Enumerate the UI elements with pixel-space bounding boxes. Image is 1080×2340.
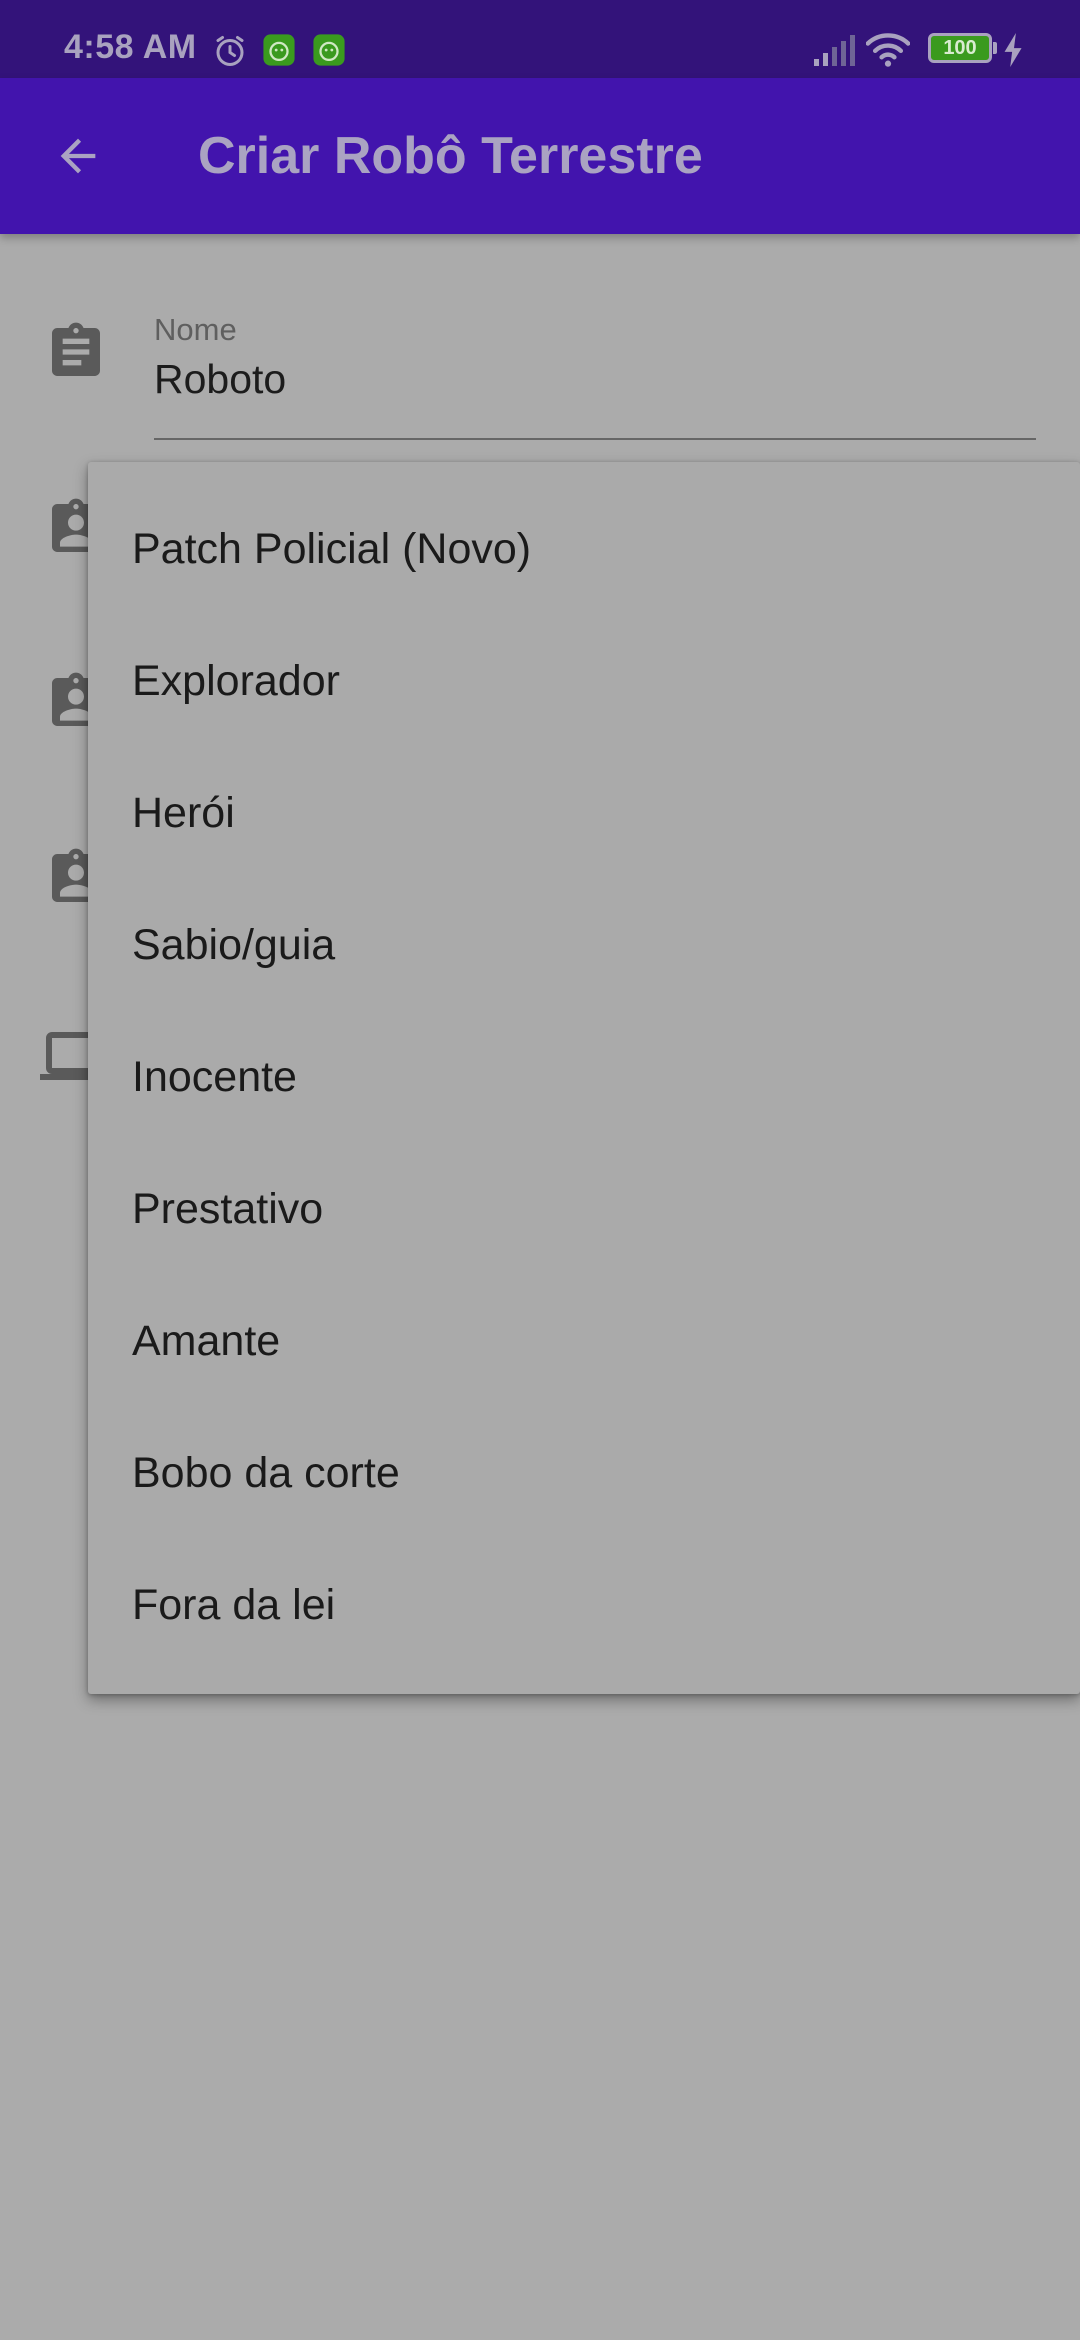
menu-item-prestativo[interactable]: Prestativo (88, 1143, 1080, 1275)
menu-item-inocente[interactable]: Inocente (88, 1011, 1080, 1143)
signal-icon (814, 35, 855, 66)
page-title: Criar Robô Terrestre (198, 127, 703, 185)
wifi-icon (866, 33, 910, 67)
name-field[interactable]: Roboto (154, 356, 286, 403)
battery-level: 100 (943, 36, 977, 59)
menu-item-label: Fora da lei (132, 1580, 336, 1629)
battery-tip (993, 42, 997, 54)
menu-item-label: Patch Policial (Novo) (132, 524, 532, 573)
alarm-icon (216, 36, 244, 66)
menu-item-patch-policial[interactable]: Patch Policial (Novo) (88, 483, 1080, 615)
back-button[interactable] (40, 118, 116, 194)
status-time: 4:58 AM (64, 28, 197, 66)
app-notification-icon (313, 34, 345, 66)
name-field-label: Nome (154, 312, 237, 347)
arrow-back-icon (60, 138, 96, 174)
menu-item-label: Bobo da corte (132, 1448, 400, 1497)
charging-icon (1004, 33, 1022, 67)
dropdown-menu: Patch Policial (Novo) Explorador Herói S… (88, 462, 1080, 1694)
menu-item-label: Explorador (132, 656, 340, 705)
battery-icon: 100 (928, 33, 992, 63)
menu-item-fora-da-lei[interactable]: Fora da lei (88, 1539, 1080, 1671)
menu-item-sabio-guia[interactable]: Sabio/guia (88, 879, 1080, 1011)
app-notification-icon (263, 34, 295, 66)
menu-item-label: Sabio/guia (132, 920, 336, 969)
app-bar: Criar Robô Terrestre (0, 78, 1080, 234)
menu-item-label: Herói (132, 788, 235, 837)
name-field-underline (154, 438, 1036, 440)
menu-item-explorador[interactable]: Explorador (88, 615, 1080, 747)
assignment-icon (52, 322, 100, 376)
menu-item-bobo-da-corte[interactable]: Bobo da corte (88, 1407, 1080, 1539)
menu-item-label: Inocente (132, 1052, 297, 1101)
menu-item-amante[interactable]: Amante (88, 1275, 1080, 1407)
menu-item-label: Prestativo (132, 1184, 324, 1233)
menu-item-label: Amante (132, 1316, 281, 1365)
status-bar: 4:58 AM 100 (0, 0, 1080, 78)
menu-item-heroi[interactable]: Herói (88, 747, 1080, 879)
